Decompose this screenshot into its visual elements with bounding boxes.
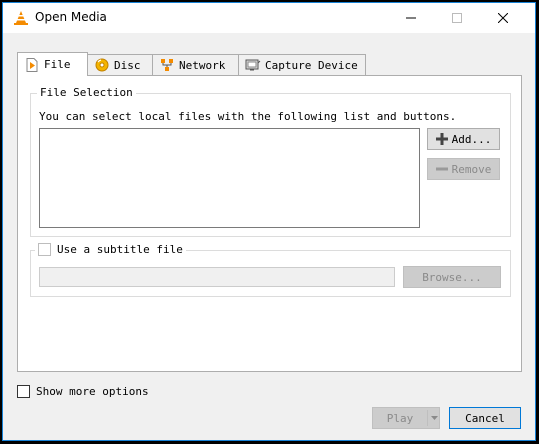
- browse-button[interactable]: Browse...: [403, 266, 501, 288]
- file-icon: [24, 57, 40, 72]
- add-button[interactable]: Add...: [427, 128, 500, 150]
- add-button-label: Add...: [451, 132, 492, 146]
- minus-icon: [435, 163, 448, 175]
- maximize-icon[interactable]: [434, 3, 480, 33]
- file-selection-legend: File Selection: [37, 86, 136, 99]
- play-button[interactable]: Play: [372, 407, 440, 429]
- show-more-options-row[interactable]: Show more options: [17, 385, 149, 398]
- tab-file-label: File: [44, 58, 71, 71]
- title-bar[interactable]: Open Media: [3, 3, 535, 33]
- remove-button[interactable]: Remove: [427, 158, 500, 180]
- subtitle-checkbox-label: Use a subtitle file: [57, 243, 183, 256]
- minimize-icon[interactable]: [388, 3, 434, 33]
- file-list[interactable]: [39, 128, 420, 228]
- tab-network-label: Network: [179, 58, 226, 72]
- disc-icon: [94, 58, 110, 72]
- tab-disc[interactable]: Disc: [87, 54, 153, 75]
- network-icon: [159, 58, 175, 72]
- tab-capture-device-label: Capture Device: [265, 58, 358, 72]
- browse-button-label: Browse...: [422, 270, 482, 284]
- file-tab-panel: File Selection You can select local file…: [17, 75, 522, 372]
- cancel-button-label: Cancel: [465, 411, 505, 425]
- cancel-button[interactable]: Cancel: [449, 407, 521, 429]
- subtitle-checkbox-row[interactable]: Use a subtitle file: [35, 243, 186, 256]
- vlc-cone-icon: [13, 10, 29, 26]
- tab-network[interactable]: Network: [152, 54, 239, 75]
- close-icon[interactable]: [480, 3, 526, 33]
- chevron-down-icon[interactable]: [429, 408, 439, 428]
- open-media-window: Open Media File Disc Network Capture Dev…: [2, 2, 536, 441]
- play-button-divider: [427, 410, 428, 426]
- remove-button-label: Remove: [451, 162, 492, 176]
- capture-device-icon: [245, 58, 261, 72]
- tab-disc-label: Disc: [114, 58, 141, 72]
- show-more-options-label: Show more options: [36, 385, 149, 398]
- plus-icon: [435, 133, 448, 145]
- subtitle-checkbox[interactable]: [38, 243, 51, 256]
- subtitle-group: Use a subtitle file Browse...: [30, 243, 511, 297]
- subtitle-path-input[interactable]: [39, 267, 395, 287]
- tab-file[interactable]: File: [17, 52, 88, 76]
- file-selection-hint: You can select local files with the foll…: [39, 110, 457, 123]
- file-selection-group: File Selection You can select local file…: [30, 86, 511, 237]
- window-title: Open Media: [35, 10, 107, 24]
- show-more-options-checkbox[interactable]: [17, 385, 30, 398]
- tab-capture-device[interactable]: Capture Device: [238, 54, 366, 75]
- play-button-label: Play: [386, 411, 414, 425]
